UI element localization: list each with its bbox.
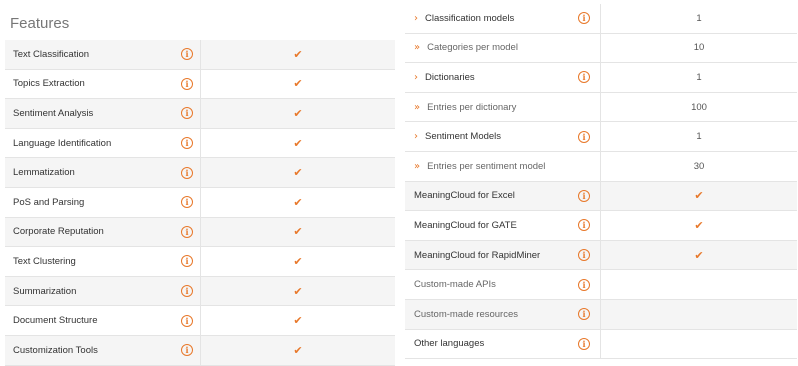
feature-label: Sentiment Analysis <box>13 107 94 119</box>
check-icon: ✔ <box>293 136 303 150</box>
feature-label: Text Clustering <box>13 255 76 267</box>
feature-label: Corporate Reputation <box>13 226 104 238</box>
info-icon[interactable]: i <box>181 137 193 150</box>
info-icon[interactable]: i <box>181 314 193 327</box>
info-icon[interactable]: i <box>578 337 590 350</box>
check-icon: ✔ <box>694 218 704 232</box>
features-title: Features <box>10 15 70 32</box>
feature-value <box>600 299 797 329</box>
feature-label: Text Classification <box>13 48 90 60</box>
info-icon[interactable]: i <box>181 285 193 298</box>
feature-row: Sentiment Analysis i ✔ <box>5 99 395 129</box>
check-icon: ✔ <box>293 106 303 120</box>
feature-label: MeaningCloud for GATE <box>414 219 517 231</box>
feature-value <box>600 329 797 359</box>
feature-label: PoS and Parsing <box>13 196 85 208</box>
feature-row: PoS and Parsing i ✔ <box>5 187 395 218</box>
feature-value: 100 <box>600 92 797 122</box>
double-chevron-right-icon: » <box>414 42 421 54</box>
info-icon[interactable]: i <box>578 189 590 202</box>
feature-row-expandable[interactable]: › Sentiment Models i 1 <box>405 122 797 152</box>
info-icon[interactable]: i <box>578 308 590 321</box>
check-icon: ✔ <box>694 248 704 262</box>
feature-row: Text Classification i ✔ <box>5 40 395 70</box>
feature-row: Lemmatization i ✔ <box>5 158 395 188</box>
info-icon[interactable]: i <box>578 219 590 232</box>
feature-label: Custom-made APIs <box>414 279 496 291</box>
info-icon[interactable]: i <box>578 12 590 25</box>
check-icon: ✔ <box>293 284 303 298</box>
chevron-right-icon[interactable]: › <box>414 72 418 83</box>
check-icon: ✔ <box>293 225 303 239</box>
feature-value: 1 <box>600 4 797 33</box>
info-icon[interactable]: i <box>578 71 590 84</box>
feature-row: Custom-made APIs i <box>405 270 797 300</box>
feature-value: 1 <box>600 122 797 151</box>
check-icon: ✔ <box>293 254 303 268</box>
feature-label: Summarization <box>13 285 77 297</box>
feature-row: Summarization i ✔ <box>5 276 395 307</box>
double-chevron-right-icon: » <box>414 101 421 113</box>
feature-label: Entries per dictionary <box>427 101 517 113</box>
feature-label: Custom-made resources <box>414 308 519 320</box>
info-icon[interactable]: i <box>181 196 193 209</box>
check-icon: ✔ <box>293 77 303 91</box>
feature-row: Text Clustering i ✔ <box>5 247 395 277</box>
check-icon: ✔ <box>293 47 303 61</box>
info-icon[interactable]: i <box>181 77 193 90</box>
info-icon[interactable]: i <box>578 278 590 291</box>
feature-row: Other languages i <box>405 329 797 360</box>
feature-row-expandable[interactable]: › Dictionaries i 1 <box>405 63 797 93</box>
double-chevron-right-icon: » <box>414 160 421 172</box>
check-icon: ✔ <box>293 343 303 357</box>
check-icon: ✔ <box>293 195 303 209</box>
feature-label: Entries per sentiment model <box>427 160 546 172</box>
feature-row: Language Identification i ✔ <box>5 128 395 159</box>
info-icon[interactable]: i <box>181 48 193 61</box>
features-table-right: › Classification models i 1 » Categories pe… <box>405 4 797 360</box>
feature-value: 1 <box>600 63 797 92</box>
check-icon: ✔ <box>293 166 303 180</box>
info-icon[interactable]: i <box>181 225 193 238</box>
feature-label: Categories per model <box>427 42 518 54</box>
info-icon[interactable]: i <box>181 107 193 120</box>
info-icon[interactable]: i <box>181 166 193 179</box>
info-icon[interactable]: i <box>578 130 590 143</box>
feature-row: Corporate Reputation i ✔ <box>5 217 395 248</box>
feature-subrow: » Entries per dictionary 100 <box>405 92 797 123</box>
feature-row: MeaningCloud for RapidMiner i ✔ <box>405 240 797 271</box>
feature-row: Customization Tools i ✔ <box>5 335 395 366</box>
chevron-right-icon[interactable]: › <box>414 131 418 142</box>
info-icon[interactable]: i <box>181 344 193 357</box>
feature-label: Language Identification <box>13 137 112 149</box>
feature-subrow: » Entries per sentiment model 30 <box>405 151 797 182</box>
chevron-right-icon[interactable]: › <box>414 13 418 24</box>
feature-label: Other languages <box>414 338 485 350</box>
feature-value <box>600 270 797 299</box>
feature-row: Document Structure i ✔ <box>5 306 395 336</box>
feature-label: Sentiment Models <box>425 131 502 143</box>
feature-label: MeaningCloud for Excel <box>414 190 515 202</box>
feature-label: Customization Tools <box>13 344 98 356</box>
check-icon: ✔ <box>293 314 303 328</box>
feature-row-expandable[interactable]: › Classification models i 1 <box>405 4 797 34</box>
feature-label: Topics Extraction <box>13 78 85 90</box>
features-table-left: Text Classification i ✔ Topics Extraction… <box>5 40 395 366</box>
feature-row: MeaningCloud for GATE i ✔ <box>405 211 797 241</box>
info-icon[interactable]: i <box>578 249 590 262</box>
feature-label: Dictionaries <box>425 71 475 83</box>
feature-label: MeaningCloud for RapidMiner <box>414 249 541 261</box>
feature-label: Lemmatization <box>13 167 75 179</box>
feature-value: 10 <box>600 33 797 63</box>
feature-value: 30 <box>600 151 797 181</box>
feature-label: Document Structure <box>13 315 98 327</box>
check-icon: ✔ <box>694 189 704 203</box>
feature-subrow: » Categories per model 10 <box>405 33 797 64</box>
feature-label: Classification models <box>425 12 515 24</box>
feature-row: Topics Extraction i ✔ <box>5 69 395 100</box>
feature-row: MeaningCloud for Excel i ✔ <box>405 181 797 212</box>
info-icon[interactable]: i <box>181 255 193 268</box>
feature-row: Custom-made resources i <box>405 299 797 330</box>
